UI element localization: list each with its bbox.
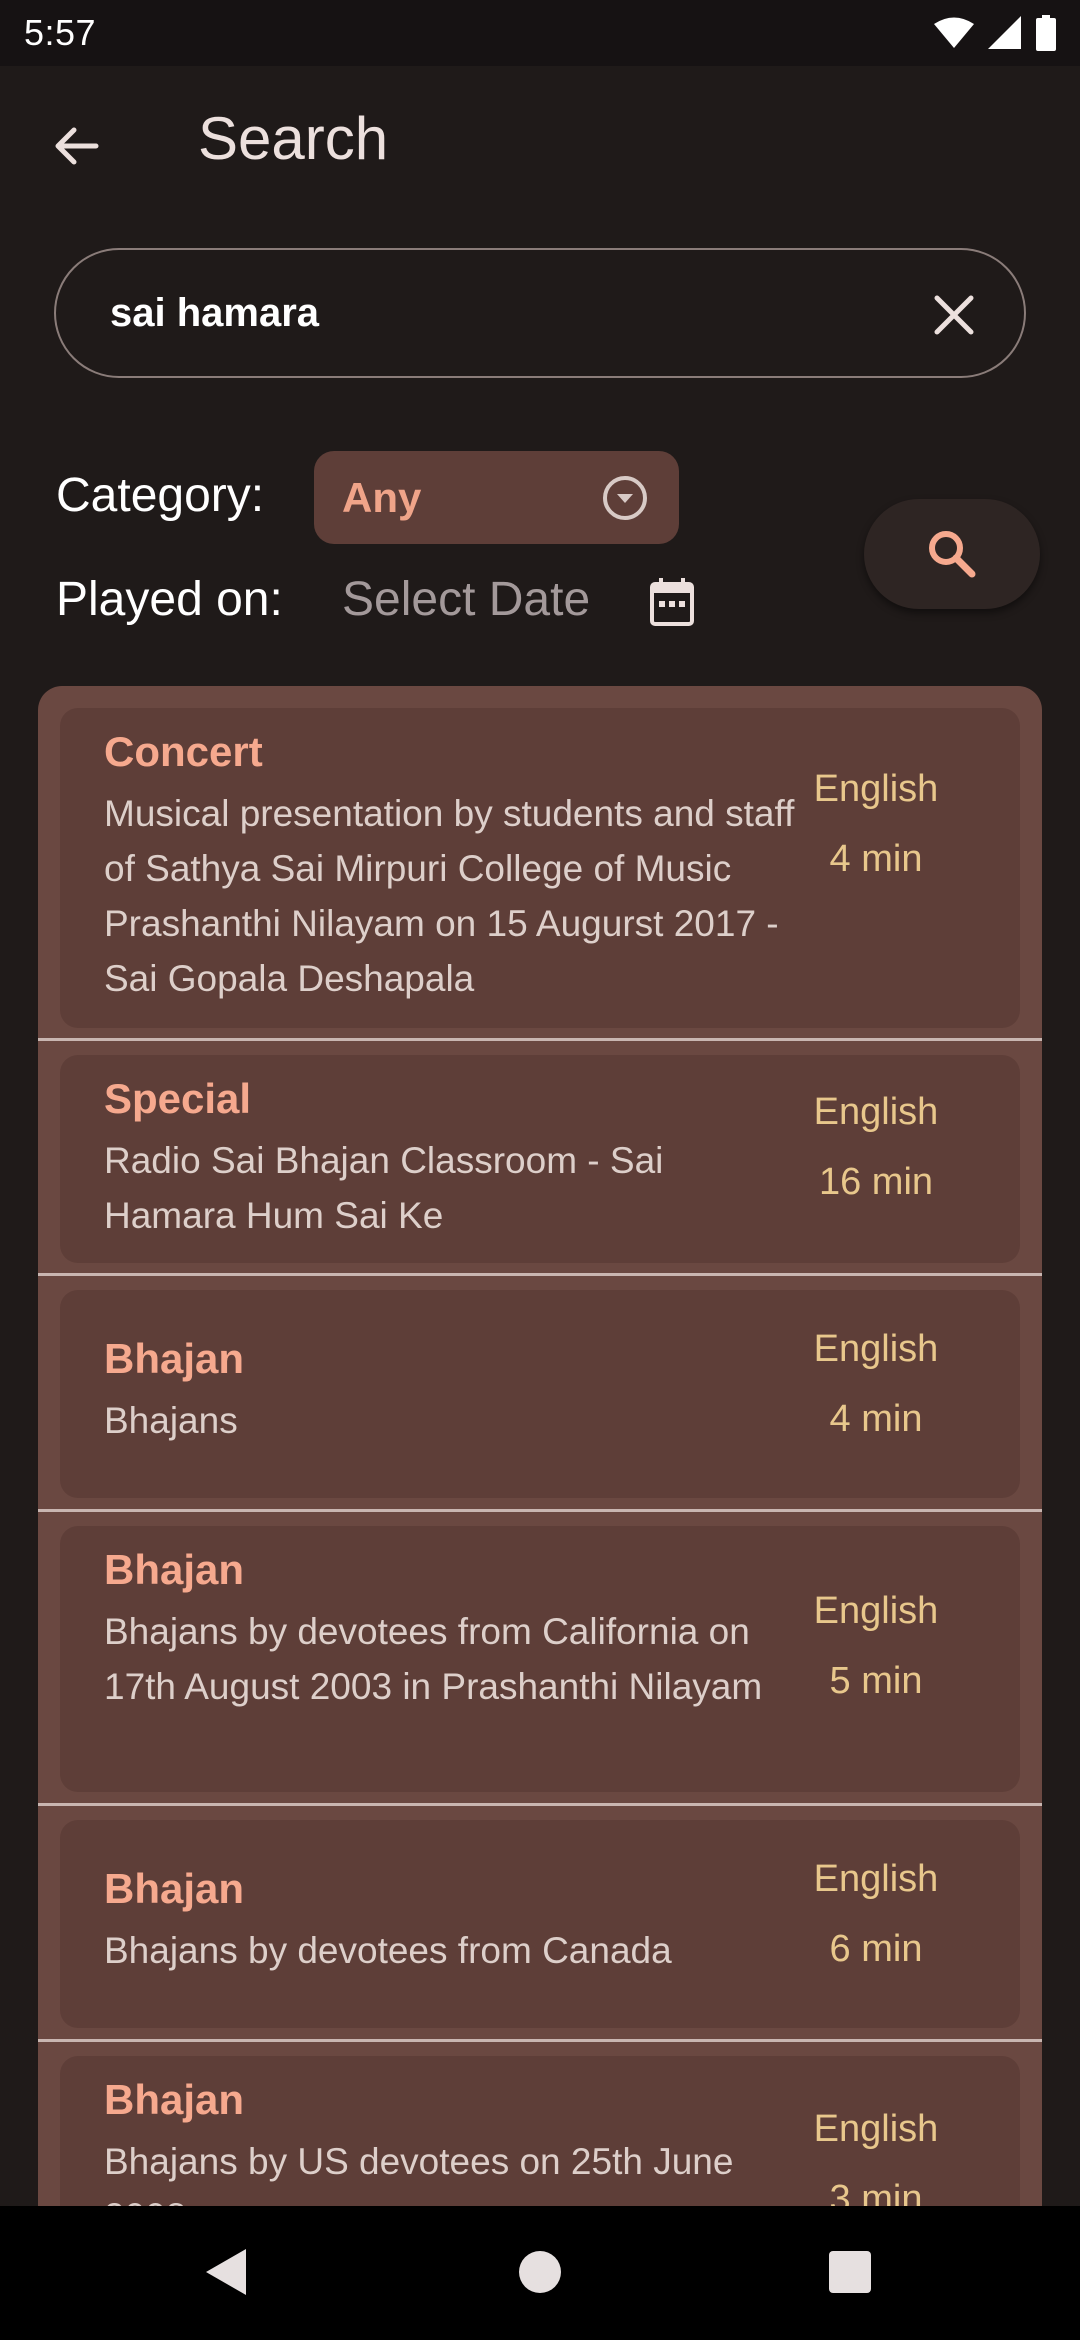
clear-search-button[interactable] [918, 279, 990, 351]
nav-recents-button[interactable] [814, 2236, 886, 2308]
circle-home-icon [519, 2251, 561, 2293]
result-description: Bhajans by US devotees on 25th June 2008 [104, 2141, 734, 2206]
list-item[interactable]: Special Radio Sai Bhajan Classroom - Sai… [38, 1041, 1042, 1276]
result-duration: 6 min [829, 1928, 923, 1970]
status-bar: 5:57 [0, 0, 1080, 66]
result-description: Bhajans [104, 1400, 238, 1441]
category-dropdown[interactable]: Any [314, 451, 679, 544]
result-duration: 16 min [818, 1161, 934, 1203]
list-item[interactable]: Bhajan Bhajans English 4 min [38, 1276, 1042, 1512]
result-description: Bhajans by devotees from California on 1… [104, 1611, 763, 1707]
search-icon [929, 531, 976, 578]
list-item[interactable]: Bhajan Bhajans by devotees from Californ… [38, 1512, 1042, 1806]
cellular-signal-icon [988, 16, 1021, 49]
calendar-icon [650, 578, 694, 626]
result-card[interactable]: Bhajan Bhajans English 4 min [60, 1290, 1020, 1498]
result-category: Special [104, 1075, 252, 1122]
chevron-circle-down-icon [603, 476, 647, 520]
result-duration: 4 min [829, 1398, 923, 1440]
page-title: Search [198, 105, 389, 172]
close-icon [934, 295, 974, 335]
search-input[interactable]: sai hamara [54, 248, 1026, 378]
calendar-button[interactable] [644, 574, 700, 630]
triangle-back-icon [206, 2249, 246, 2295]
result-language: English [813, 768, 939, 810]
result-language: English [813, 1328, 939, 1370]
result-card[interactable]: Bhajan Bhajans by devotees from Canada E… [60, 1820, 1020, 2028]
result-description: Bhajans by devotees from Canada [104, 1930, 672, 1971]
status-time: 5:57 [24, 12, 97, 53]
app-bar: Search [0, 66, 1080, 216]
category-value: Any [342, 473, 422, 521]
result-duration: 3 min [829, 2178, 923, 2206]
back-button[interactable] [40, 110, 112, 182]
system-nav-bar [0, 2206, 1080, 2340]
result-duration: 4 min [829, 838, 923, 880]
result-description: Musical presentation by students and sta… [104, 793, 795, 999]
category-label: Category: [56, 469, 265, 522]
result-language: English [813, 2108, 939, 2150]
square-recents-icon [829, 2251, 871, 2293]
result-card[interactable]: Bhajan Bhajans by devotees from Californ… [60, 1526, 1020, 1792]
list-item[interactable]: Bhajan Bhajans by devotees from Canada E… [38, 1806, 1042, 2042]
nav-back-button[interactable] [190, 2236, 262, 2308]
status-icons [934, 15, 1056, 51]
result-category: Bhajan [104, 1546, 245, 1593]
battery-icon [1036, 15, 1056, 51]
list-item[interactable]: Concert Musical presentation by students… [38, 686, 1042, 1041]
results-list[interactable]: Concert Musical presentation by students… [38, 686, 1042, 2206]
result-category: Bhajan [104, 1865, 245, 1912]
wifi-icon [934, 17, 974, 48]
arrow-left-icon [55, 127, 99, 165]
result-description: Radio Sai Bhajan Classroom - Sai Hamara … [104, 1140, 664, 1236]
search-query-text: sai hamara [110, 290, 320, 335]
result-category: Concert [104, 728, 263, 775]
list-item[interactable]: Bhajan Bhajans by US devotees on 25th Ju… [38, 2042, 1042, 2206]
result-card[interactable]: Special Radio Sai Bhajan Classroom - Sai… [60, 1055, 1020, 1263]
result-card[interactable]: Concert Musical presentation by students… [60, 708, 1020, 1028]
result-language: English [813, 1858, 939, 1900]
result-category: Bhajan [104, 1335, 245, 1382]
result-language: English [813, 1590, 939, 1632]
result-category: Bhajan [104, 2076, 245, 2123]
search-button[interactable] [864, 499, 1040, 609]
result-card[interactable]: Bhajan Bhajans by US devotees on 25th Ju… [60, 2056, 1020, 2206]
date-picker-field[interactable]: Select Date [342, 572, 590, 627]
nav-home-button[interactable] [504, 2236, 576, 2308]
result-duration: 5 min [829, 1660, 923, 1702]
played-on-label: Played on: [56, 573, 283, 626]
result-language: English [813, 1091, 939, 1133]
